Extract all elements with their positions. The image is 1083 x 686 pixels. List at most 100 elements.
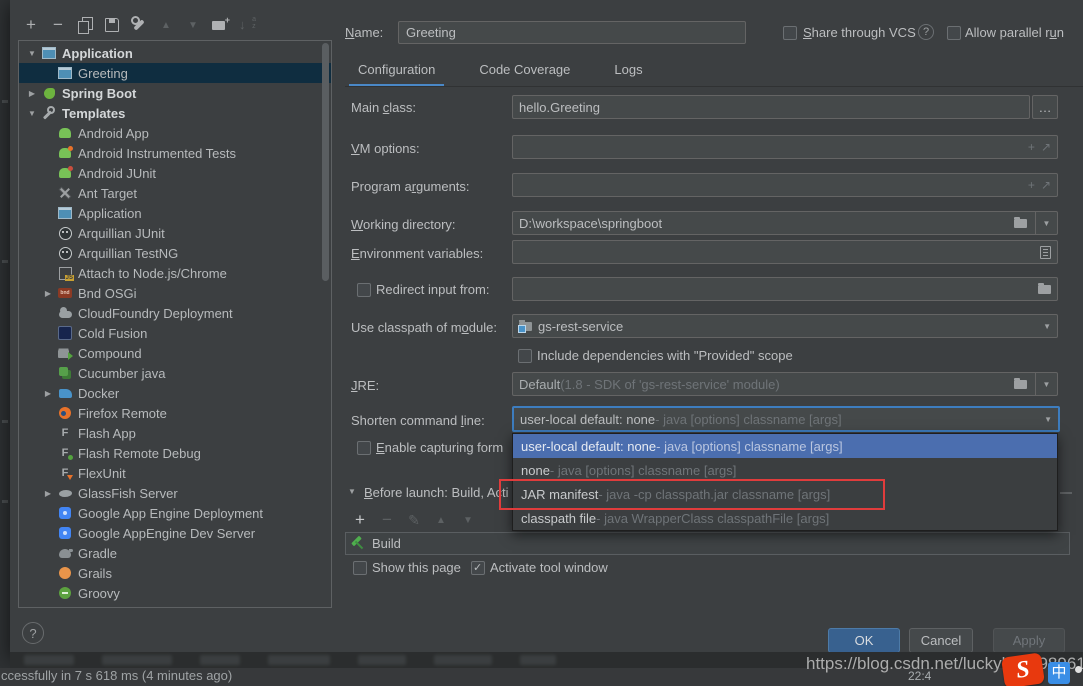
sogou-ime-icon[interactable]: S (1001, 652, 1045, 686)
folder-icon[interactable] (1014, 219, 1027, 228)
tree-item-groovy[interactable]: Groovy (19, 583, 331, 603)
tree-item-firefox-remote[interactable]: Firefox Remote (19, 403, 331, 423)
tree-item-google-app-engine-deployment[interactable]: Google App Engine Deployment (19, 503, 331, 523)
expand-field-icon[interactable]: ↗ (1041, 178, 1051, 192)
jre-dropdown-arrow[interactable]: ▼ (1035, 373, 1057, 395)
tree-item-spring-boot[interactable]: ▶Spring Boot (19, 83, 331, 103)
tree-item-templates[interactable]: ▼Templates (19, 103, 331, 123)
tree-item-grunt-js[interactable]: Grunt.js (19, 603, 331, 608)
tree-item-glassfish-server[interactable]: ▶GlassFish Server (19, 483, 331, 503)
save-icon[interactable] (101, 14, 123, 36)
combo-dropdown-arrow[interactable]: ▼ (1043, 322, 1051, 331)
collapse-arrow-icon[interactable]: ▼ (348, 487, 356, 496)
main-class-field[interactable]: hello.Greeting (512, 95, 1030, 119)
activate-tool-window-checkbox[interactable] (471, 561, 485, 575)
redirect-input-checkbox[interactable] (357, 283, 371, 297)
tree-item-android-instrumented-tests[interactable]: Android Instrumented Tests (19, 143, 331, 163)
cancel-button[interactable]: Cancel (909, 628, 973, 653)
tab-code-coverage[interactable]: Code Coverage (470, 58, 579, 85)
new-folder-icon[interactable] (209, 14, 231, 36)
expand-field-icon[interactable]: ↗ (1041, 140, 1051, 154)
tree-item-google-appengine-dev-server[interactable]: Google AppEngine Dev Server (19, 523, 331, 543)
allow-parallel-checkbox[interactable] (947, 26, 961, 40)
run-debug-configurations-dialog: +−▲▼ ▼ApplicationGreeting▶Spring Boot▼Te… (10, 0, 1083, 655)
tree-item-cloudfoundry-deployment[interactable]: CloudFoundry Deployment (19, 303, 331, 323)
tree-item-attach-to-node-js-chrome[interactable]: Attach to Node.js/Chrome (19, 263, 331, 283)
jre-value: Default (519, 377, 560, 392)
share-vcs-checkbox[interactable] (783, 26, 797, 40)
tree-item-bnd-osgi[interactable]: ▶Bnd OSGi (19, 283, 331, 303)
tree-item-greeting[interactable]: Greeting (19, 63, 331, 83)
working-directory-value: D:\workspace\springboot (519, 216, 662, 231)
include-provided-checkbox[interactable] (518, 349, 532, 363)
remove-icon[interactable]: − (47, 14, 69, 36)
add-macro-icon[interactable]: + (1028, 178, 1035, 192)
working-directory-dropdown-arrow[interactable]: ▼ (1035, 212, 1057, 234)
expand-arrow-icon[interactable]: ▶ (41, 289, 55, 298)
browse-main-class-button[interactable]: … (1032, 95, 1058, 119)
dropdown-option-jar-manifest[interactable]: JAR manifest - java -cp classpath.jar cl… (513, 482, 1057, 506)
tree-item-arquillian-junit[interactable]: Arquillian JUnit (19, 223, 331, 243)
tree-item-arquillian-testng[interactable]: Arquillian TestNG (19, 243, 331, 263)
vm-options-field[interactable]: +↗ (512, 135, 1058, 159)
option-description: - java WrapperClass classpathFile [args] (596, 511, 829, 526)
tree-item-flash-remote-debug[interactable]: FFlash Remote Debug (19, 443, 331, 463)
tree-item-flexunit[interactable]: FFlexUnit (19, 463, 331, 483)
add-macro-icon[interactable]: + (1028, 140, 1035, 154)
tree-item-android-junit[interactable]: Android JUnit (19, 163, 331, 183)
collapse-arrow-icon[interactable]: ▼ (25, 109, 39, 118)
expand-arrow-icon[interactable]: ▶ (41, 489, 55, 498)
tab-configuration[interactable]: Configuration (349, 58, 444, 85)
firefox-icon (57, 406, 73, 420)
flash-icon: F (57, 426, 73, 440)
application-icon (57, 66, 73, 80)
tab-logs[interactable]: Logs (605, 58, 651, 85)
tree-item-compound[interactable]: Compound (19, 343, 331, 363)
tree-item-flash-app[interactable]: FFlash App (19, 423, 331, 443)
help-button[interactable]: ? (22, 622, 44, 644)
jre-combo[interactable]: Default (1.8 - SDK of 'gs-rest-service' … (512, 372, 1058, 396)
help-icon[interactable]: ? (918, 24, 934, 40)
coldfusion-icon: Cf (57, 326, 73, 340)
tree-item-cucumber-java[interactable]: Cucumber java (19, 363, 331, 383)
tree-scrollbar[interactable] (322, 43, 329, 281)
tree-item-application[interactable]: Application (19, 203, 331, 223)
ok-button[interactable]: OK (828, 628, 900, 653)
redirect-input-field[interactable] (512, 277, 1058, 301)
folder-icon[interactable] (1014, 380, 1027, 389)
edit-defaults-icon[interactable] (128, 14, 150, 36)
task-build[interactable]: Build (346, 533, 1069, 554)
tree-item-application[interactable]: ▼Application (19, 43, 331, 63)
copy-icon[interactable] (74, 14, 96, 36)
program-arguments-field[interactable]: +↗ (512, 173, 1058, 197)
cloudfoundry-icon (57, 306, 73, 320)
tree-item-docker[interactable]: ▶Docker (19, 383, 331, 403)
expand-arrow-icon[interactable]: ▶ (25, 89, 39, 98)
dropdown-option-classpath-file[interactable]: classpath file - java WrapperClass class… (513, 506, 1057, 530)
browse-variables-icon[interactable] (1040, 246, 1051, 259)
dropdown-option-none[interactable]: none - java [options] classname [args] (513, 458, 1057, 482)
show-this-page-checkbox[interactable] (353, 561, 367, 575)
redirect-input-label: Redirect input from: (376, 282, 489, 297)
tree-item-android-app[interactable]: Android App (19, 123, 331, 143)
ime-language-icon[interactable]: 中 (1048, 662, 1070, 684)
environment-variables-field[interactable] (512, 240, 1058, 264)
tree-item-grails[interactable]: Grails (19, 563, 331, 583)
use-classpath-combo[interactable]: gs-rest-service ▼ (512, 314, 1058, 338)
add-icon[interactable]: + (350, 510, 370, 530)
expand-arrow-icon[interactable]: ▶ (41, 389, 55, 398)
enable-capturing-checkbox[interactable] (357, 441, 371, 455)
add-icon[interactable]: + (20, 14, 42, 36)
apply-button[interactable]: Apply (993, 628, 1065, 653)
folder-icon[interactable] (1038, 285, 1051, 294)
combo-dropdown-arrow[interactable]: ▼ (1044, 415, 1052, 424)
grunt-icon (57, 606, 73, 608)
dropdown-option-user-local-default-none[interactable]: user-local default: none - java [options… (513, 434, 1057, 458)
name-input[interactable] (398, 21, 746, 44)
tree-item-cold-fusion[interactable]: CfCold Fusion (19, 323, 331, 343)
working-directory-field[interactable]: D:\workspace\springboot ▼ (512, 211, 1058, 235)
tree-item-gradle[interactable]: Gradle (19, 543, 331, 563)
tree-item-ant-target[interactable]: Ant Target (19, 183, 331, 203)
collapse-arrow-icon[interactable]: ▼ (25, 49, 39, 58)
shorten-command-line-combo[interactable]: user-local default: none - java [options… (512, 406, 1060, 432)
